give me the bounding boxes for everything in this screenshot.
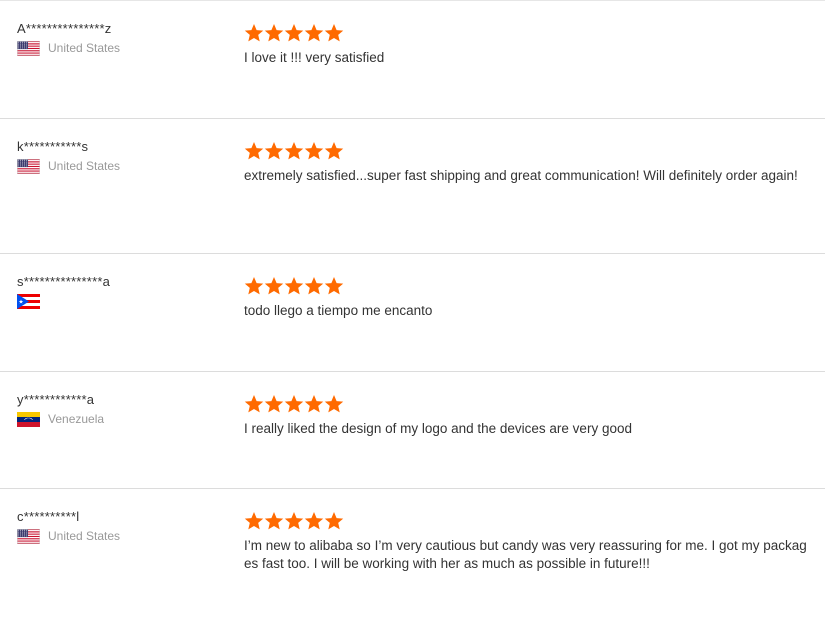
buyer-country: United States: [17, 528, 217, 544]
star-rating: [244, 141, 814, 161]
star-icon: [284, 23, 304, 43]
buyer-country: United States: [17, 40, 217, 56]
buyer-name: y************a: [17, 392, 95, 407]
star-icon: [324, 23, 344, 43]
review-content: extremely satisfied...super fast shippin…: [244, 141, 814, 185]
star-icon: [304, 276, 324, 296]
country-name: Venezuela: [48, 411, 105, 426]
star-icon: [284, 511, 304, 531]
star-icon: [244, 394, 264, 414]
buyer-name: c**********l: [17, 509, 80, 524]
review-text: extremely satisfied...super fast shippin…: [244, 168, 798, 183]
flag-us-icon: [17, 158, 40, 174]
star-icon: [264, 511, 284, 531]
country-name: United States: [48, 528, 121, 543]
star-icon: [304, 394, 324, 414]
star-icon: [244, 141, 264, 161]
star-icon: [264, 141, 284, 161]
star-rating: [244, 511, 814, 531]
review-content: I really liked the design of my logo and…: [244, 394, 814, 438]
review-text: I really liked the design of my logo and…: [244, 421, 632, 436]
review-content: I’m new to alibaba so I’m very cautious …: [244, 511, 814, 573]
star-icon: [244, 511, 264, 531]
star-icon: [244, 276, 264, 296]
buyer-name: A***************z: [17, 21, 112, 36]
buyer-info: y************a Venezuela: [17, 392, 217, 427]
star-icon: [324, 276, 344, 296]
buyer-info: A***************z United States: [17, 21, 217, 56]
buyer-country: Venezuela: [17, 411, 217, 427]
review-content: todo llego a tiempo me encanto: [244, 276, 814, 320]
star-icon: [304, 511, 324, 531]
buyer-country: United States: [17, 158, 217, 174]
star-rating: [244, 276, 814, 296]
buyer-country: [17, 293, 217, 309]
star-icon: [284, 276, 304, 296]
star-icon: [304, 23, 324, 43]
star-rating: [244, 394, 814, 414]
flag-pr-icon: [17, 293, 40, 309]
review-item: A***************z United States I love i…: [0, 1, 825, 119]
review-text: todo llego a tiempo me encanto: [244, 303, 433, 318]
review-item: k***********s United States extremely sa…: [0, 119, 825, 254]
star-icon: [264, 23, 284, 43]
buyer-info: k***********s United States: [17, 139, 217, 174]
star-icon: [324, 511, 344, 531]
review-item: c**********l United States I’m new to al…: [0, 489, 825, 618]
star-rating: [244, 23, 814, 43]
star-icon: [264, 276, 284, 296]
star-icon: [304, 141, 324, 161]
review-item: y************a Venezuela I really liked …: [0, 372, 825, 489]
star-icon: [284, 394, 304, 414]
country-name: United States: [48, 158, 121, 173]
review-list: A***************z United States I love i…: [0, 0, 825, 617]
star-icon: [284, 141, 304, 161]
buyer-info: c**********l United States: [17, 509, 217, 544]
flag-us-icon: [17, 528, 40, 544]
review-item: s***************a todo llego a tiempo me…: [0, 254, 825, 372]
star-icon: [324, 394, 344, 414]
buyer-name: k***********s: [17, 139, 89, 154]
review-content: I love it !!! very satisfied: [244, 23, 814, 67]
star-icon: [244, 23, 264, 43]
star-icon: [324, 141, 344, 161]
review-text: I’m new to alibaba so I’m very cautious …: [244, 538, 807, 571]
flag-us-icon: [17, 40, 40, 56]
review-text: I love it !!! very satisfied: [244, 50, 385, 65]
country-name: United States: [48, 40, 121, 55]
flag-ve-icon: [17, 411, 40, 427]
buyer-info: s***************a: [17, 274, 217, 309]
star-icon: [264, 394, 284, 414]
buyer-name: s***************a: [17, 274, 111, 289]
